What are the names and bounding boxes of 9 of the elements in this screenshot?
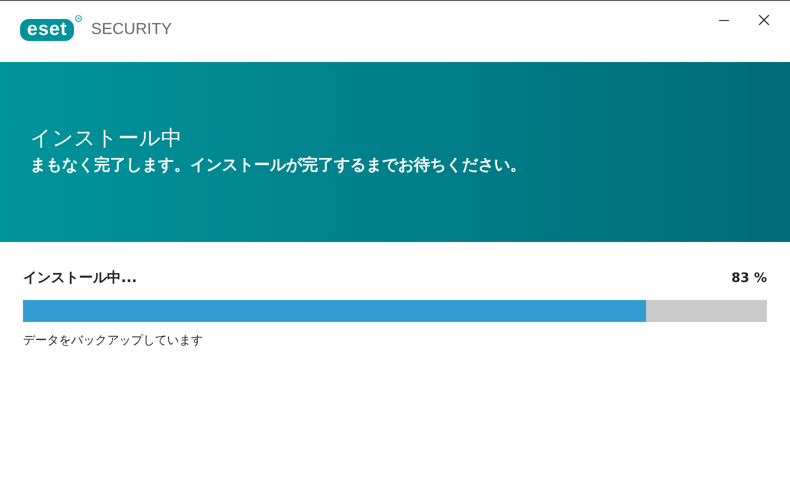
progress-status: データをバックアップしています bbox=[23, 332, 203, 349]
eset-logo: eset bbox=[20, 19, 74, 41]
product-name: SECURITY bbox=[91, 21, 172, 39]
close-icon bbox=[758, 14, 770, 26]
progress-label: インストール中... bbox=[23, 269, 137, 287]
registered-mark-icon bbox=[75, 15, 82, 22]
banner-title: インストール中 bbox=[30, 125, 182, 152]
banner-subtitle: まもなく完了します。インストールが完了するまでお待ちください。 bbox=[30, 154, 526, 176]
progress-percentage: 83 % bbox=[731, 270, 767, 286]
